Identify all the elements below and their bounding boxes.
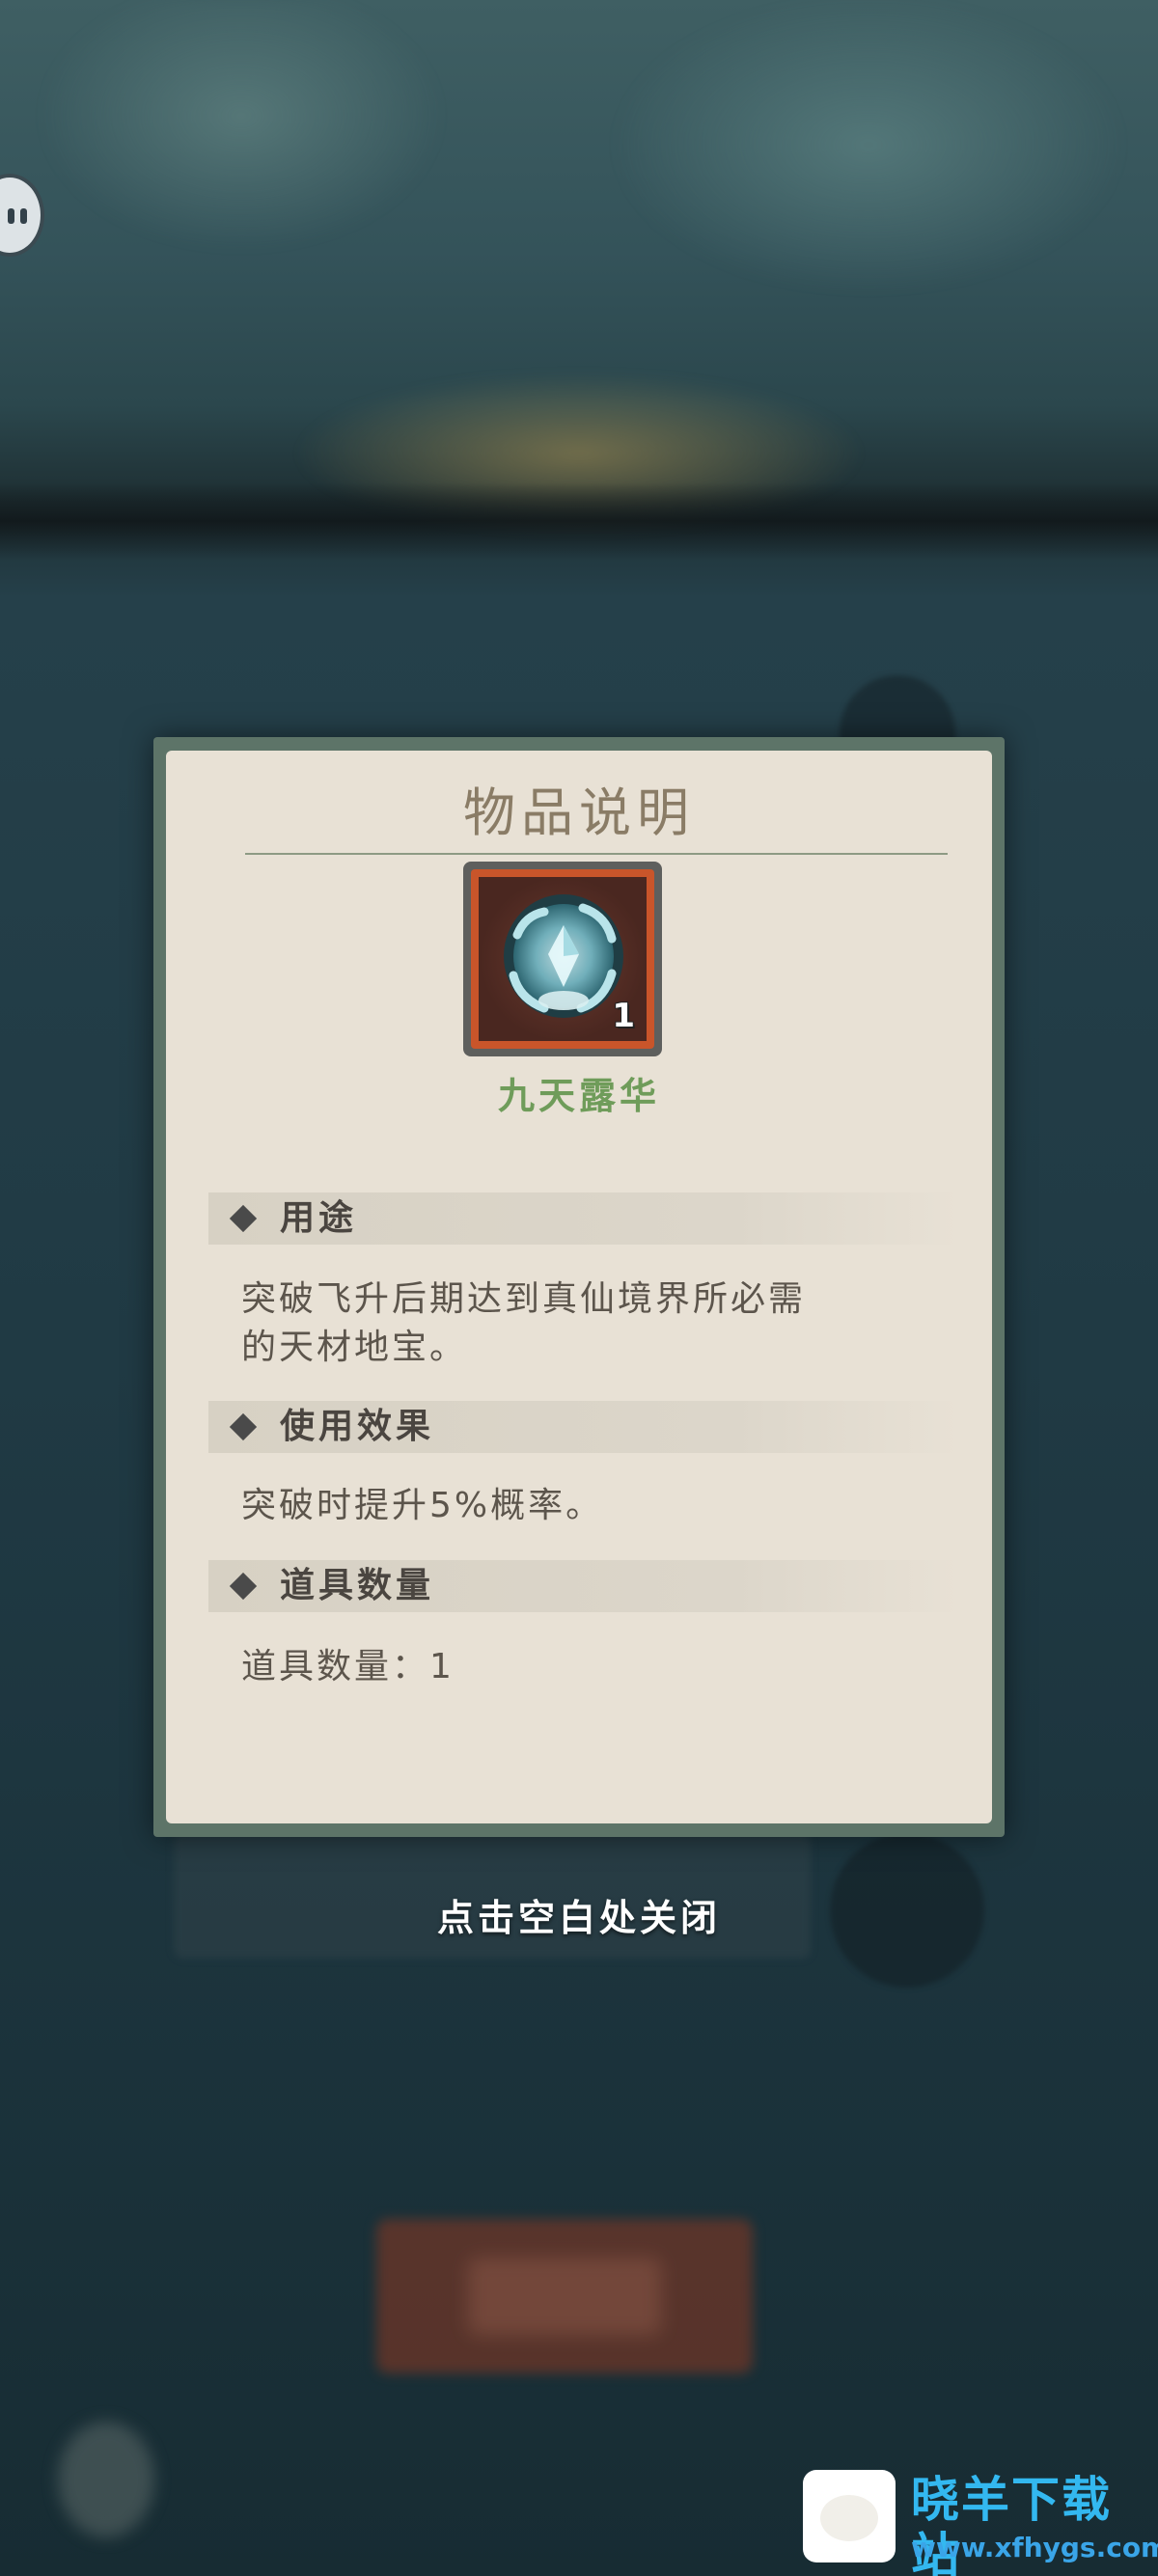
section-label: 用途 <box>280 1198 358 1238</box>
item-count-badge: 1 <box>612 997 635 1035</box>
background-scenery <box>0 0 1158 540</box>
diamond-bullet-icon <box>229 1412 258 1441</box>
dialog-title: 物品说明 <box>463 782 695 843</box>
background-blurred-blob <box>58 2422 154 2537</box>
close-hint[interactable]: 点击空白处关闭 <box>0 1891 1158 1945</box>
section-header-quantity: 道具数量 <box>208 1560 959 1612</box>
section-header-usage: 用途 <box>208 1192 959 1245</box>
title-divider <box>245 853 948 855</box>
crystal-orb-icon <box>504 894 623 1018</box>
section-header-effect: 使用效果 <box>208 1401 959 1453</box>
item-name: 九天露华 <box>497 1075 660 1117</box>
background-shadow-band <box>0 482 1158 560</box>
section-text-line: 突破飞升后期达到真仙境界所必需 <box>241 1279 807 1319</box>
section-label: 道具数量 <box>280 1566 435 1605</box>
watermark-url: www.xfhygs.com <box>911 2532 1158 2563</box>
diamond-bullet-icon <box>229 1204 258 1233</box>
background-blurred-button <box>376 2219 753 2373</box>
section-text-line: 突破时提升5%概率。 <box>241 1486 604 1525</box>
diamond-bullet-icon <box>229 1572 258 1601</box>
section-label: 使用效果 <box>280 1407 435 1446</box>
watermark-logo <box>803 2470 896 2562</box>
item-slot: 1 <box>463 862 662 1056</box>
section-text-line: 道具数量：1 <box>241 1647 455 1686</box>
section-text-line: 的天材地宝。 <box>241 1328 468 1367</box>
